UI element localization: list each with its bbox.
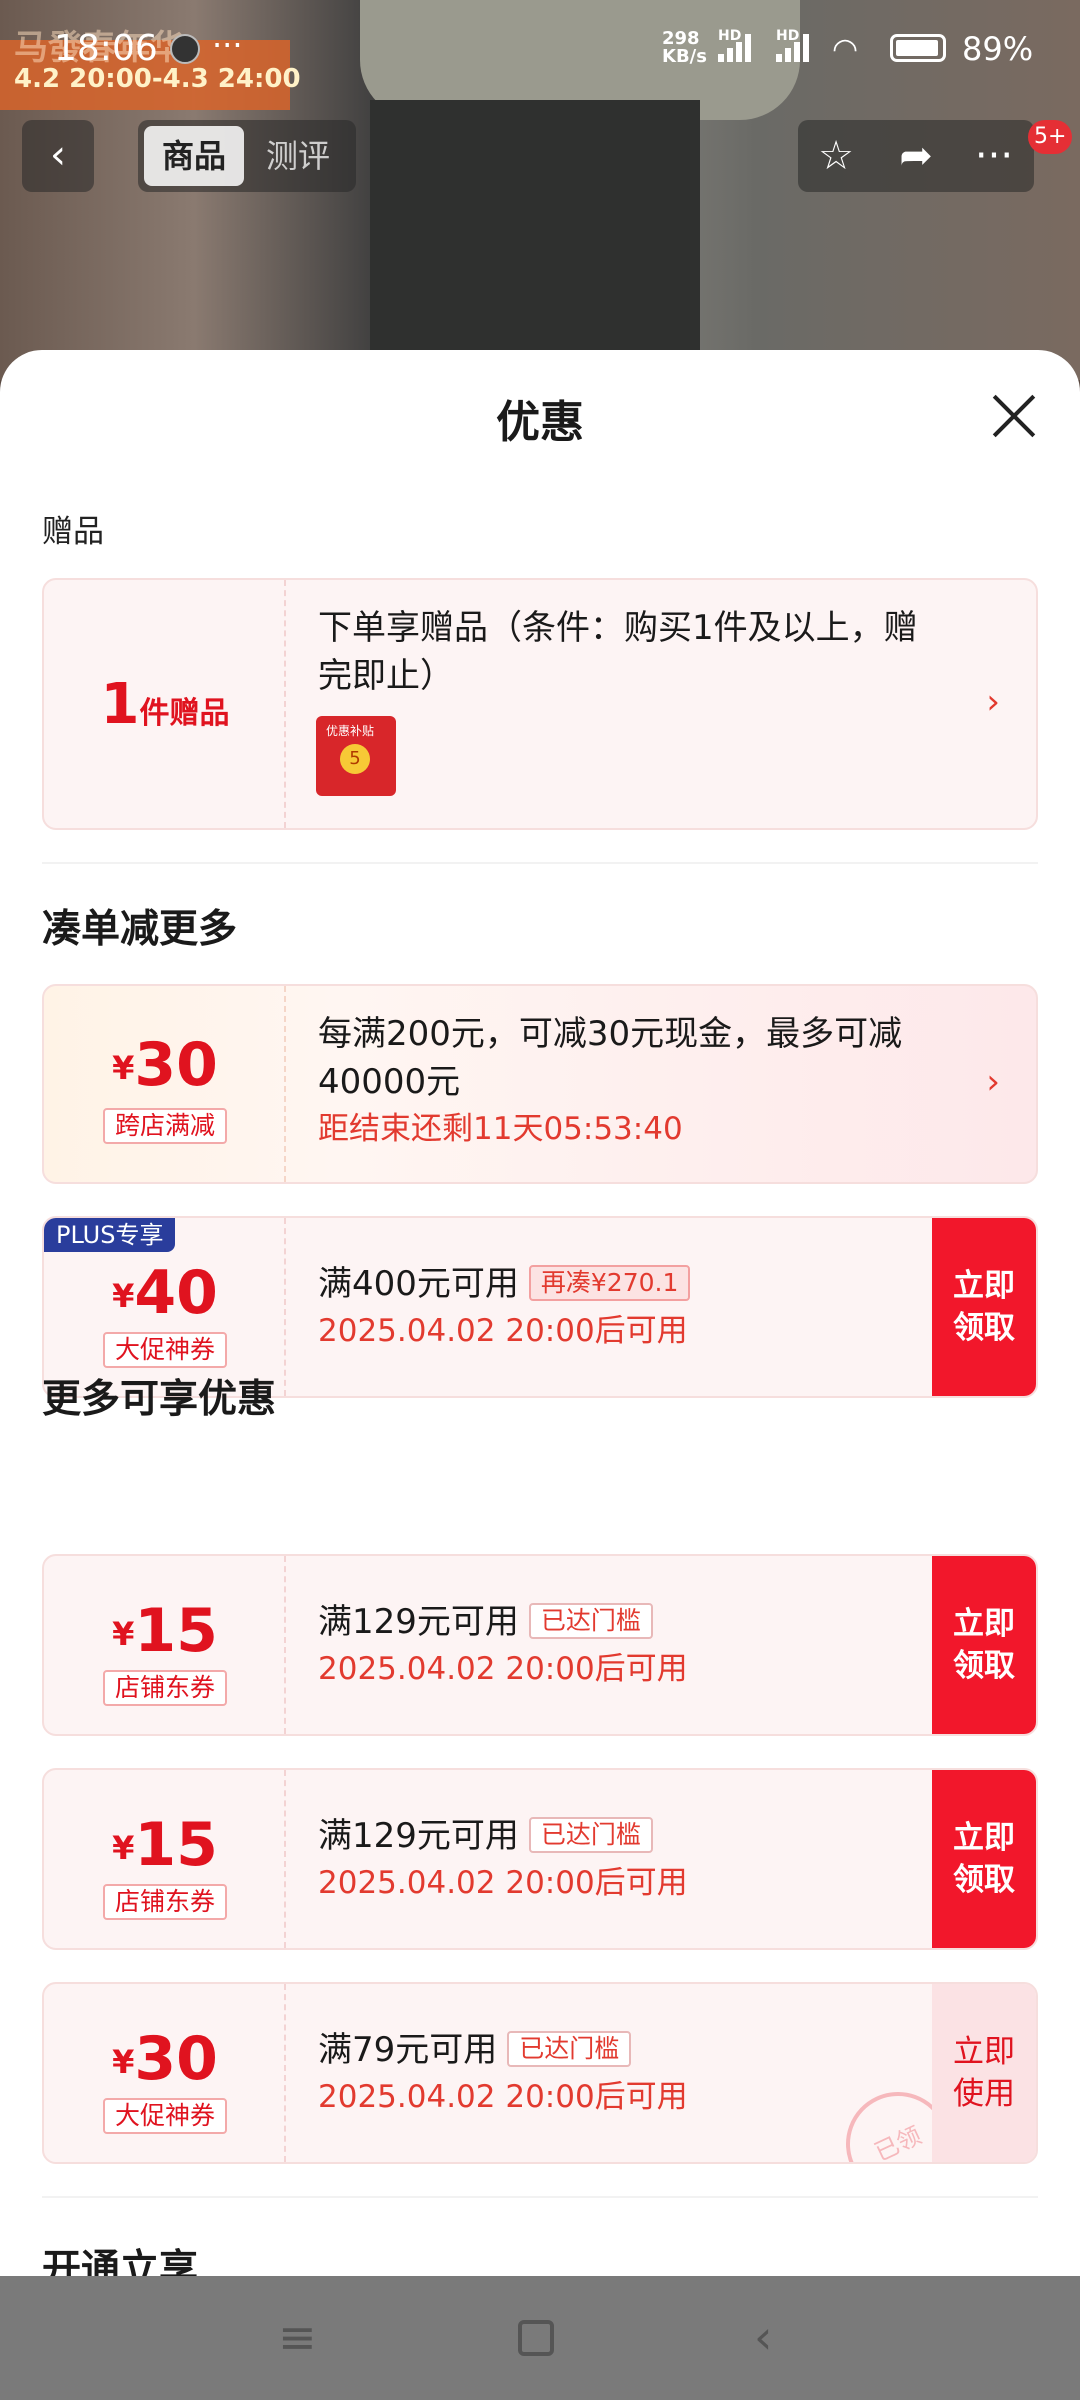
- gift-image: 优惠补贴 5: [316, 716, 396, 796]
- discount-countdown: 距结束还剩11天05:53:40: [318, 1111, 683, 1147]
- threshold-pill: 已达门槛: [528, 1817, 653, 1853]
- more-menu-icon[interactable]: ···: [964, 126, 1024, 186]
- gift-count-unit: 件赠品: [139, 696, 230, 731]
- coupon-body: 满129元可用 已达门槛 2025.04.02 20:00后可用: [318, 1812, 936, 1906]
- coupon-condition: 满79元可用: [318, 2030, 498, 2070]
- coupon-amount-value: 15: [134, 1810, 218, 1880]
- menu-icon[interactable]: ≡: [278, 2310, 317, 2364]
- discount-text: 每满200元，可减30元现金，最多可减40000元: [318, 1014, 903, 1102]
- chevron-right-icon: ›: [986, 682, 1000, 722]
- discount-yen: ¥: [112, 1049, 135, 1087]
- coupon-condition: 满129元可用: [318, 1602, 519, 1642]
- threshold-pill: 已达门槛: [528, 1603, 653, 1639]
- coupon-tag: 大促神券: [103, 1332, 227, 1368]
- close-icon[interactable]: [984, 386, 1044, 446]
- coupon-gap-pill: 再凑¥270.1: [528, 1265, 691, 1301]
- coupon-body: 满129元可用 已达门槛 2025.04.02 20:00后可用: [318, 1598, 936, 1692]
- coupon-condition: 满129元可用: [318, 1816, 519, 1856]
- plus-tag: PLUS专享: [44, 1218, 176, 1252]
- more-offers-section-title: 更多可享优惠: [42, 1377, 277, 1422]
- section-divider: [42, 2196, 1038, 2198]
- coupon-amount: ¥15: [44, 1596, 286, 1666]
- gift-image-label: 优惠补贴: [326, 724, 375, 738]
- coupon-amount-value: 15: [134, 1596, 218, 1666]
- sheet-title: 优惠: [496, 397, 584, 448]
- wifi-icon: ◠: [832, 32, 859, 67]
- gift-section-label: 赠品: [42, 514, 104, 550]
- membership-section-title: 开通立享: [42, 2247, 199, 2276]
- status-more-icon: ···: [212, 26, 243, 64]
- share-icon[interactable]: ➦: [886, 126, 946, 186]
- home-icon[interactable]: [518, 2320, 554, 2356]
- coupon-card: ¥30 大促神券 满79元可用 已达门槛 2025.04.02 20:00后可用 …: [42, 1982, 1038, 2164]
- coupon-amount: ¥30: [44, 2024, 286, 2094]
- gift-count-number: 1: [100, 672, 140, 737]
- coupon-valid-time: 2025.04.02 20:00后可用: [318, 2079, 688, 2115]
- coupon-tag: 店铺东券: [103, 1884, 227, 1920]
- discount-tag: 跨店满减: [103, 1108, 227, 1144]
- coupon-yen: ¥: [112, 1615, 135, 1653]
- use-coupon-button[interactable]: 立即使用: [932, 1984, 1036, 2162]
- gift-card[interactable]: 1件赠品 下单享赠品（条件：购买1件及以上，赠完即止） 优惠补贴 5 ›: [42, 578, 1038, 830]
- claim-coupon-button[interactable]: 立即领取: [932, 1556, 1036, 1734]
- discount-card-body: 每满200元，可减30元现金，最多可减40000元 距结束还剩11天05:53:…: [318, 1010, 936, 1152]
- tab-product[interactable]: 商品: [144, 126, 244, 186]
- tab-review[interactable]: 测评: [248, 126, 348, 186]
- section-divider: [42, 862, 1038, 864]
- coupon-card: ¥15 店铺东券 满129元可用 已达门槛 2025.04.02 20:00后可用…: [42, 1554, 1038, 1736]
- discount-amount: ¥30: [44, 1030, 286, 1100]
- status-time: 18:06: [54, 28, 158, 69]
- coupon-valid-time: 2025.04.02 20:00后可用: [318, 1313, 688, 1349]
- discount-amount-value: 30: [134, 1030, 218, 1100]
- cross-store-discount-card[interactable]: ¥30 跨店满减 每满200元，可减30元现金，最多可减40000元 距结束还剩…: [42, 984, 1038, 1184]
- app-notification-icon: [170, 34, 200, 64]
- network-speed: 298 KB/s: [662, 30, 707, 66]
- status-bar: 18:06 ··· 298 KB/s HD HD ◠ 89%: [0, 0, 1080, 100]
- offers-sheet: 优惠 赠品 1件赠品 下单享赠品（条件：购买1件及以上，赠完即止） 优惠补贴 5…: [0, 350, 1080, 2276]
- hd-label-1: HD: [718, 28, 742, 44]
- threshold-pill: 已达门槛: [507, 2031, 632, 2067]
- network-speed-unit: KB/s: [662, 46, 707, 67]
- coupon-card: ¥15 店铺东券 满129元可用 已达门槛 2025.04.02 20:00后可用…: [42, 1768, 1038, 1950]
- battery-icon: [890, 34, 946, 62]
- gift-count: 1件赠品: [44, 672, 286, 737]
- top-tabs: 商品 测评: [138, 120, 356, 192]
- system-navigation-bar: ≡ ‹: [0, 2276, 1080, 2400]
- coupon-amount-value: 40: [134, 1258, 218, 1328]
- coupon-amount-value: 30: [134, 2024, 218, 2094]
- coupon-amount: ¥40: [44, 1258, 286, 1328]
- bundle-section-title: 凑单减更多: [42, 907, 238, 952]
- coupon-valid-time: 2025.04.02 20:00后可用: [318, 1651, 688, 1687]
- top-actions: ☆ ➦ ···: [798, 120, 1034, 192]
- coupon-amount: ¥15: [44, 1810, 286, 1880]
- coupon-condition: 满400元可用: [318, 1264, 519, 1304]
- chevron-left-icon: ‹: [50, 132, 66, 178]
- favorite-star-icon[interactable]: ☆: [806, 126, 866, 186]
- back-icon[interactable]: ‹: [754, 2310, 772, 2364]
- hd-label-2: HD: [776, 28, 800, 44]
- coupon-yen: ¥: [112, 1829, 135, 1867]
- message-badge: 5+: [1028, 120, 1073, 154]
- coupon-body: 满79元可用 已达门槛 2025.04.02 20:00后可用: [318, 2026, 936, 2120]
- coupon-body: 满400元可用 再凑¥270.1 2025.04.02 20:00后可用: [318, 1260, 936, 1354]
- battery-percent: 89%: [962, 30, 1034, 68]
- coupon-valid-time: 2025.04.02 20:00后可用: [318, 1865, 688, 1901]
- gift-card-body: 下单享赠品（条件：购买1件及以上，赠完即止）: [318, 604, 936, 700]
- chevron-right-icon: ›: [986, 1062, 1000, 1102]
- claim-coupon-button[interactable]: 立即领取: [932, 1770, 1036, 1948]
- gift-coin-icon: 5: [340, 744, 370, 774]
- claim-coupon-button[interactable]: 立即领取: [932, 1218, 1036, 1396]
- coupon-yen: ¥: [112, 2043, 135, 2081]
- coupon-tag: 店铺东券: [103, 1670, 227, 1706]
- product-pants-graphic: [370, 100, 700, 380]
- coupon-tag: 大促神券: [103, 2098, 227, 2134]
- coupon-yen: ¥: [112, 1277, 135, 1315]
- back-button[interactable]: ‹: [22, 120, 94, 192]
- gift-text: 下单享赠品（条件：购买1件及以上，赠完即止）: [318, 608, 918, 696]
